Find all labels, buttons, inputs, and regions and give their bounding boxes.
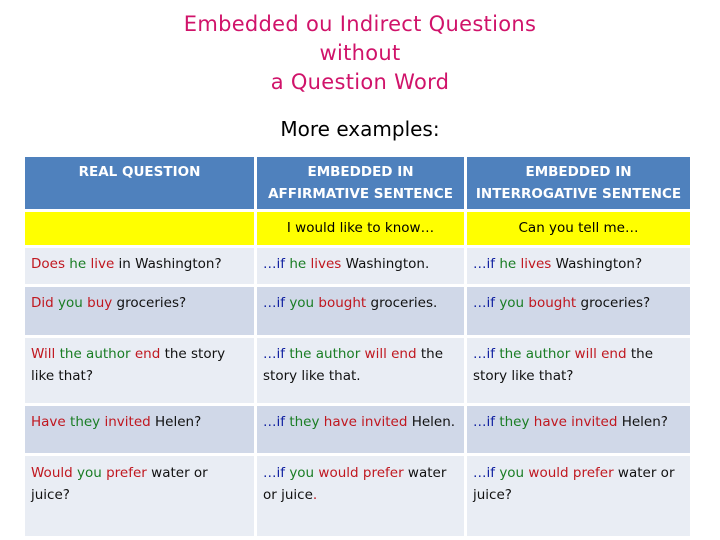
subject-segment: you [77,465,102,481]
verb-segment: Does [31,256,65,272]
text-segment: Washington. [341,256,430,272]
subject-segment: you [58,295,83,311]
subject-segment: he [69,256,87,272]
subject-segment: you [499,295,525,311]
table-row: Did you buy groceries? …if you bought gr… [25,287,690,338]
real-question-cell: Will the author end the story like that? [25,338,257,406]
text-segment: Washington? [551,256,643,272]
title-line: Embedded ou Indirect Questions [183,12,537,36]
verb-segment: lives [310,256,342,272]
interrogative-cell: …if you bought groceries? [467,287,690,338]
conjunction-segment: …if [263,256,286,272]
verb-segment: Did [31,295,54,311]
intro-cell-empty [25,212,257,248]
verb-segment: Will [31,346,56,362]
page-title: Embedded ou Indirect Questions without a… [0,10,720,97]
interrogative-cell: …if the author will end the story like t… [467,338,690,406]
text-segment: in Washington? [114,256,222,272]
table-row: Would you prefer water or juice? …if you… [25,456,690,536]
subject-segment: he [499,256,517,272]
verb-segment: bought [318,295,367,311]
conjunction-segment: …if [473,346,496,362]
interrogative-cell: …if they have invited Helen? [467,406,690,456]
intro-affirmative: I would like to know… [257,212,467,248]
verb-segment: prefer [106,465,147,481]
verb-segment: end [134,346,161,362]
subject-segment: you [289,465,315,481]
conjunction-segment: …if [473,465,496,481]
subject-segment: the author [289,346,361,362]
conjunction-segment: …if [263,346,286,362]
header-interrogative: EMBEDDED IN INTERROGATIVE SENTENCE [467,157,690,212]
verb-segment: have invited [323,414,408,430]
subject-segment: they [70,414,101,430]
text-segment: Helen. [407,414,456,430]
subject-segment: you [499,465,525,481]
text-segment: groceries? [112,295,187,311]
table-row: Will the author end the story like that?… [25,338,690,406]
conjunction-segment: …if [263,414,286,430]
title-line: without [319,41,401,65]
verb-segment: invited [104,414,151,430]
interrogative-cell: …if you would prefer water or juice? [467,456,690,536]
verb-segment: Would [31,465,73,481]
table-row: Have they invited Helen? …if they have i… [25,406,690,456]
real-question-cell: Does he live in Washington? [25,248,257,287]
verb-segment: Have [31,414,66,430]
affirmative-cell: …if he lives Washington. [257,248,467,287]
subject-segment: they [289,414,320,430]
verb-segment: have invited [533,414,618,430]
verb-segment: . [312,487,318,503]
affirmative-cell: …if they have invited Helen. [257,406,467,456]
affirmative-cell: …if you would prefer water or juice. [257,456,467,536]
text-segment: Helen? [617,414,668,430]
text-segment: groceries? [576,295,651,311]
examples-table: REAL QUESTION EMBEDDED IN AFFIRMATIVE SE… [25,157,690,536]
verb-segment: bought [528,295,577,311]
text-segment: groceries. [366,295,438,311]
conjunction-segment: …if [263,295,286,311]
conjunction-segment: …if [473,414,496,430]
text-segment: Helen? [150,414,202,430]
subject-segment: you [289,295,315,311]
section-subtitle: More examples: [280,117,440,141]
subject-segment: the author [59,346,131,362]
real-question-cell: Would you prefer water or juice? [25,456,257,536]
subject-segment: he [289,256,307,272]
real-question-cell: Did you buy groceries? [25,287,257,338]
verb-segment: live [90,256,115,272]
verb-segment: buy [87,295,113,311]
header-affirmative: EMBEDDED IN AFFIRMATIVE SENTENCE [257,157,467,212]
intro-interrogative: Can you tell me… [467,212,690,248]
verb-segment: would prefer [528,465,614,481]
conjunction-segment: …if [263,465,286,481]
verb-segment: will end [364,346,417,362]
header-real-question: REAL QUESTION [25,157,257,212]
verb-segment: will end [574,346,627,362]
conjunction-segment: …if [473,256,496,272]
title-line: a Question Word [270,70,450,94]
table-row: Does he live in Washington? …if he lives… [25,248,690,287]
affirmative-cell: …if you bought groceries. [257,287,467,338]
intro-row: I would like to know… Can you tell me… [25,212,690,248]
interrogative-cell: …if he lives Washington? [467,248,690,287]
subject-segment: they [499,414,530,430]
header-row: REAL QUESTION EMBEDDED IN AFFIRMATIVE SE… [25,157,690,212]
affirmative-cell: …if the author will end the story like t… [257,338,467,406]
verb-segment: would prefer [318,465,404,481]
subject-segment: the author [499,346,571,362]
verb-segment: lives [520,256,552,272]
conjunction-segment: …if [473,295,496,311]
real-question-cell: Have they invited Helen? [25,406,257,456]
